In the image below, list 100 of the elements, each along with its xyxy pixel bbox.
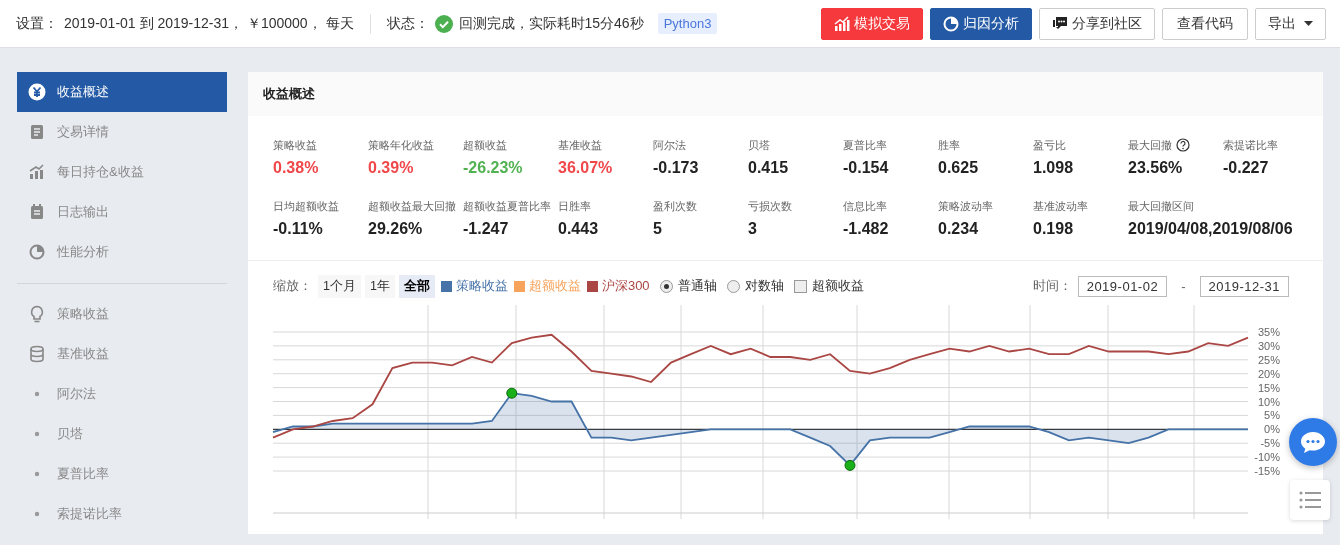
metric-value: 0.625 [938, 159, 980, 177]
toolbar-button[interactable]: 查看代码 [1162, 7, 1248, 40]
zoom-button[interactable]: 全部 [398, 274, 435, 298]
metric-value: -0.11% [273, 220, 324, 238]
chat-icon [1300, 430, 1326, 454]
zoom-label: 缩放： [273, 277, 312, 295]
chat-icon [1052, 15, 1068, 32]
bullet-icon [34, 431, 40, 437]
sidebar-item[interactable]: 阿尔法 [17, 374, 227, 414]
zoom-button[interactable]: 1个月 [318, 274, 361, 298]
sidebar-item[interactable]: 交易详情 [17, 112, 227, 152]
legend-item[interactable]: 策略收益 [440, 277, 508, 295]
toolbar-button[interactable]: 模拟交易 [821, 7, 923, 40]
metric-value: 0.415 [748, 159, 790, 177]
sidebar-item[interactable]: 基准收益 [17, 334, 227, 374]
date-field[interactable]: 2019-01-02 [1077, 275, 1168, 297]
bar-chart-icon [28, 163, 46, 181]
marker-dot [844, 459, 856, 471]
metric-label: 夏普比率 [843, 137, 887, 153]
metric-label: 策略波动率 [938, 198, 993, 214]
metric-value: 5 [653, 220, 663, 238]
axis-tick-label: 5% [1264, 409, 1280, 422]
metric-label: 胜率 [938, 137, 960, 153]
list-icon [1299, 491, 1321, 509]
sidebar-item[interactable]: 收益概述 [17, 72, 227, 112]
metric-label: 日胜率 [558, 198, 591, 214]
metric-value: 2019/04/08,2019/08/06 [1128, 220, 1294, 238]
axis-tick-label: 25% [1257, 353, 1280, 366]
metric-value: -26.23% [463, 159, 524, 177]
check-circle-icon [434, 14, 453, 33]
metric-label: 最大回撤区间 [1128, 198, 1194, 214]
metric-value: 0.38% [273, 159, 320, 177]
metric-label: 阿尔法 [653, 137, 686, 153]
axis-tick-label: -10% [1254, 451, 1280, 464]
metric-label: 基准收益 [558, 137, 602, 153]
settings-label: 设置： [16, 14, 58, 33]
date-field[interactable]: 2019-12-31 [1199, 275, 1289, 297]
time-label: 时间： [1032, 277, 1072, 295]
excess-checkbox[interactable]: 超额收益 [793, 277, 864, 295]
metric-value: 0.39% [368, 159, 415, 177]
chat-button[interactable] [1289, 418, 1337, 466]
lightbulb-icon [28, 305, 46, 323]
zoom-button[interactable]: 1年 [364, 274, 395, 298]
axis-tick-label: -15% [1254, 465, 1280, 477]
metric-value: -0.227 [1223, 159, 1270, 177]
document-icon [28, 123, 46, 141]
toolbar-button[interactable]: 归因分析 [930, 7, 1032, 40]
status-label: 状态： [386, 14, 429, 33]
metric-value: 0.234 [938, 220, 980, 238]
metric-value: 3 [748, 220, 758, 238]
axis-radio[interactable]: 对数轴 [726, 277, 784, 295]
metric-label: 基准波动率 [1033, 198, 1088, 214]
toolbar-button[interactable]: 导出 [1255, 7, 1326, 40]
metric-value: -0.173 [653, 159, 700, 177]
date-separator: - [1181, 278, 1186, 294]
metric-value: -1.247 [463, 220, 510, 238]
metric-value: 29.26% [368, 220, 424, 238]
metric-label: 日均超额收益 [273, 198, 339, 214]
axis-tick-label: 0% [1264, 423, 1280, 436]
metric-value: 1.098 [1033, 159, 1075, 177]
sidebar-item[interactable]: 贝塔 [17, 414, 227, 454]
legend-item[interactable]: 沪深300 [586, 277, 650, 295]
caret-icon [1304, 21, 1313, 26]
sidebar-item[interactable]: 日志输出 [17, 192, 227, 232]
marker-dot [506, 387, 518, 399]
bullet-icon [34, 471, 40, 477]
status-text: 回测完成，实际耗时15分46秒 [458, 14, 644, 33]
sidebar-item[interactable]: 索提诺比率 [17, 494, 227, 534]
metric-value: 0.198 [1033, 220, 1075, 238]
bullet-icon [34, 511, 40, 517]
metric-value: 0.443 [558, 220, 600, 238]
pie-icon [943, 15, 959, 32]
metric-label: 盈利次数 [653, 198, 697, 214]
metric-value: 36.07% [558, 159, 614, 177]
metric-value: -0.154 [843, 159, 890, 177]
yen-icon [28, 83, 46, 101]
axis-radio[interactable]: 普通轴 [659, 277, 717, 295]
toolbar-button[interactable]: 分享到社区 [1039, 7, 1155, 40]
chart-icon [834, 15, 850, 32]
sidebar-item[interactable]: 夏普比率 [17, 454, 227, 494]
bullet-icon [34, 391, 40, 397]
language-badge: Python3 [657, 13, 718, 34]
metric-label: 信息比率 [843, 198, 887, 214]
metric-label: 超额收益 [463, 137, 507, 153]
axis-tick-label: 30% [1257, 339, 1280, 352]
axis-tick-label: -5% [1260, 437, 1280, 450]
metric-label: 盈亏比 [1033, 137, 1066, 153]
axis-tick-label: 15% [1257, 381, 1280, 394]
metric-label: 策略年化收益 [368, 137, 434, 153]
pie-icon [28, 243, 46, 261]
axis-tick-label: 35% [1257, 326, 1280, 338]
metric-value: -1.482 [843, 220, 890, 238]
metric-label: 索提诺比率 [1223, 137, 1278, 153]
sidebar-item[interactable]: 每日持仓&收益 [17, 152, 227, 192]
sidebar-item[interactable]: 性能分析 [17, 232, 227, 272]
metric-value: 23.56% [1128, 159, 1184, 177]
notepad-icon [28, 203, 46, 221]
sidebar-item[interactable]: 策略收益 [17, 294, 227, 334]
list-button[interactable] [1290, 480, 1330, 520]
metric-label: 亏损次数 [748, 198, 792, 214]
